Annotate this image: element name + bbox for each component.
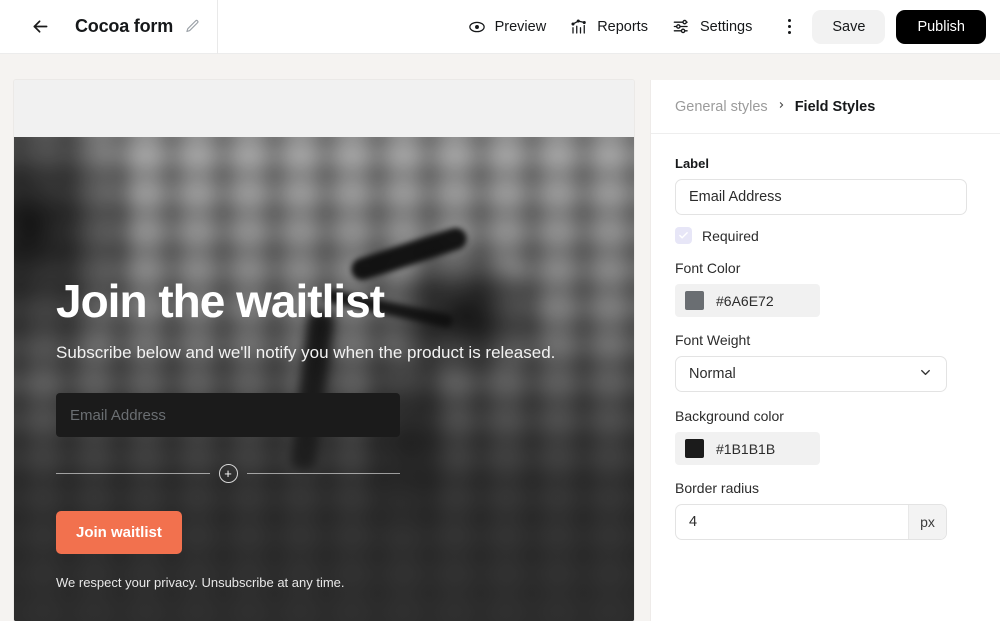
background-color-value: #1B1B1B (716, 440, 776, 457)
chevron-down-icon (918, 365, 933, 384)
font-weight-title: Font Weight (675, 332, 751, 348)
panel-body: Label Email Address Required Font Color … (651, 134, 1000, 540)
breadcrumb-general-styles[interactable]: General styles (675, 99, 768, 115)
hero-section: Join the waitlist Subscribe below and we… (14, 137, 634, 621)
privacy-note: We respect your privacy. Unsubscribe at … (56, 575, 345, 591)
font-color-swatch[interactable] (685, 291, 704, 310)
background-color-swatch[interactable] (685, 439, 704, 458)
font-weight-select[interactable]: Normal (675, 356, 947, 392)
background-color-picker[interactable]: #1B1B1B (675, 432, 820, 465)
font-color-picker[interactable]: #6A6E72 (675, 284, 820, 317)
join-waitlist-button[interactable]: Join waitlist (56, 511, 182, 555)
hero-content: Join the waitlist Subscribe below and we… (14, 137, 634, 621)
settings-button[interactable]: Settings (660, 10, 764, 43)
hero-heading: Join the waitlist (56, 275, 385, 327)
save-button[interactable]: Save (812, 9, 886, 44)
required-label: Required (702, 227, 759, 244)
border-radius-field: 4 px (675, 504, 947, 540)
page-title: Cocoa form (75, 16, 174, 36)
font-color-title: Font Color (675, 260, 741, 276)
breadcrumb-field-styles: Field Styles (794, 98, 876, 115)
plus-circle-icon[interactable]: + (218, 464, 238, 484)
chevron-right-icon (777, 99, 786, 114)
field-styles-panel: General styles Field Styles Label Email … (650, 80, 1000, 621)
border-radius-input[interactable]: 4 (676, 505, 908, 539)
toolbar-right-group: Preview Reports Settings Save Publish (456, 9, 1000, 44)
add-block-divider: + (56, 464, 400, 484)
form-preview-card: Join the waitlist Subscribe below and we… (14, 80, 634, 621)
toolbar-left-group: Cocoa form (0, 0, 219, 54)
required-checkbox-row[interactable]: Required (675, 227, 976, 244)
border-radius-value: 4 (689, 514, 698, 530)
top-toolbar: Cocoa form Preview Reports Settings Save… (0, 0, 1000, 54)
font-weight-value: Normal (689, 366, 736, 382)
back-arrow-icon[interactable] (28, 15, 52, 39)
label-input[interactable]: Email Address (675, 179, 967, 215)
workspace: Join the waitlist Subscribe below and we… (0, 54, 1000, 621)
email-field-preview[interactable]: Email Address (56, 393, 400, 438)
font-color-value: #6A6E72 (716, 292, 774, 309)
hero-subheading: Subscribe below and we'll notify you whe… (56, 343, 556, 363)
preview-label: Preview (494, 18, 547, 35)
bar-chart-icon (570, 18, 588, 36)
email-field-placeholder: Email Address (70, 406, 166, 424)
border-radius-unit: px (908, 505, 946, 539)
border-radius-title: Border radius (675, 480, 760, 496)
preview-button[interactable]: Preview (456, 11, 559, 43)
reports-button[interactable]: Reports (558, 11, 660, 43)
breadcrumb: General styles Field Styles (651, 80, 1000, 134)
form-canvas: Join the waitlist Subscribe below and we… (0, 54, 650, 621)
pencil-icon[interactable] (183, 18, 201, 36)
reports-label: Reports (597, 18, 648, 35)
card-top-strip (14, 80, 634, 137)
eye-icon (468, 18, 486, 36)
checkbox-checked-icon[interactable] (675, 227, 692, 244)
kebab-menu-icon[interactable] (774, 12, 804, 42)
label-input-value: Email Address (689, 189, 782, 205)
label-field-title: Label (675, 156, 709, 171)
divider-line-right (246, 473, 400, 475)
publish-button[interactable]: Publish (896, 9, 986, 44)
divider-line-left (56, 473, 210, 475)
sliders-icon (672, 17, 691, 36)
settings-label: Settings (699, 18, 753, 35)
background-color-title: Background color (675, 408, 784, 424)
